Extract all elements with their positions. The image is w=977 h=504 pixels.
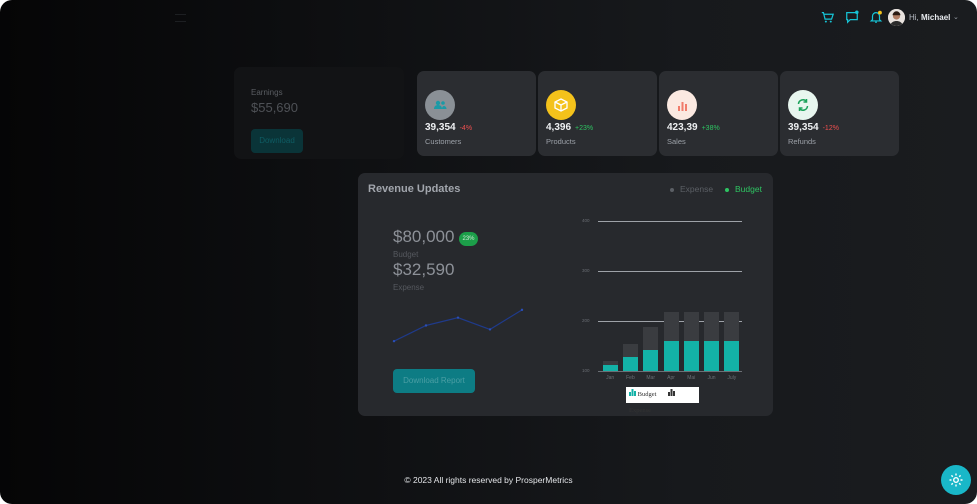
- box-icon: [546, 90, 576, 120]
- x-tick-label: Jan: [606, 375, 615, 381]
- user-name: Michael: [921, 13, 951, 22]
- bar-chart-icon: [667, 90, 697, 120]
- stat-number: 4,396: [546, 122, 572, 133]
- stat-number: 423,39: [667, 122, 698, 133]
- legend-expense-text: Expense: [629, 407, 652, 414]
- avatar[interactable]: [888, 9, 905, 26]
- app-frame: Hi, Michael ⌄ Earnings $55,690 Download …: [0, 0, 977, 504]
- legend-budget-label: Budget: [735, 184, 762, 194]
- bell-icon[interactable]: [869, 10, 883, 29]
- greeting-text: Hi,: [909, 13, 919, 22]
- stat-card-products: 4,396 +23% Products: [538, 71, 657, 156]
- top-bar: Hi, Michael ⌄: [0, 0, 977, 36]
- budget-label: Budget: [393, 250, 419, 259]
- cart-icon[interactable]: [821, 11, 835, 29]
- stat-card-refunds: 39,354 -12% Refunds: [780, 71, 899, 156]
- x-tick-label: July: [727, 375, 737, 381]
- earnings-label: Earnings: [251, 88, 283, 97]
- stat-value: 39,354 -4%: [425, 122, 472, 133]
- sparkline-point: [488, 328, 492, 331]
- user-greeting[interactable]: Hi, Michael: [909, 13, 950, 22]
- expense-label: Expense: [393, 283, 425, 292]
- menu-icon[interactable]: [175, 14, 186, 22]
- chat-icon[interactable]: [845, 10, 859, 29]
- expense-value: $32,590: [393, 260, 455, 279]
- stat-number: 39,354: [788, 122, 819, 133]
- sparkline-point: [392, 339, 396, 343]
- gridline: [598, 371, 742, 372]
- gridline: [598, 221, 742, 222]
- x-tick-label: Jun: [707, 375, 716, 381]
- bar-chart-icon: [629, 389, 636, 396]
- bar-budget: [643, 349, 659, 371]
- chart-legend: Budget Expense: [626, 387, 699, 414]
- stat-card-customers: 39,354 -4% Customers: [417, 71, 536, 156]
- stat-change: -12%: [822, 125, 839, 132]
- y-tick-label: 100: [582, 368, 590, 373]
- sparkline-point: [456, 316, 460, 319]
- download-button[interactable]: Download: [251, 129, 303, 153]
- x-tick-label: Mai: [687, 375, 696, 381]
- bar-budget: [622, 357, 638, 371]
- revenue-bar-chart: 100 200 300 400 Jan Feb Mar Apr Mai Jun July: [578, 213, 748, 388]
- users-icon: [425, 90, 455, 120]
- x-tick-label: Mar: [646, 375, 656, 381]
- budget-value: $80,000: [393, 227, 455, 246]
- y-tick-label: 400: [582, 218, 590, 223]
- stat-change: +38%: [701, 125, 720, 132]
- stat-label: Customers: [425, 137, 462, 146]
- sparkline-chart: [392, 308, 524, 343]
- y-tick-label: 300: [582, 268, 590, 273]
- budget-badge: 23%: [459, 232, 478, 246]
- bar-chart-icon: [668, 389, 676, 396]
- legend-budget[interactable]: Budget: [725, 184, 762, 194]
- revenue-updates-card: Revenue Updates Expense Budget $80,000 2…: [358, 173, 773, 416]
- bar-budget: [704, 341, 720, 371]
- revenue-title: Revenue Updates: [368, 183, 461, 195]
- legend-budget-text: Budget: [637, 391, 657, 398]
- stat-card-sales: 423,39 +38% Sales: [659, 71, 778, 156]
- stat-value: 39,354 -12%: [788, 122, 839, 133]
- y-tick-label: 200: [582, 318, 590, 323]
- sidebar: [0, 0, 220, 504]
- refresh-icon: [788, 90, 818, 120]
- gear-icon[interactable]: [941, 465, 971, 495]
- bar-budget: [663, 341, 679, 371]
- earnings-value: $55,690: [251, 100, 298, 115]
- stat-change: -4%: [459, 125, 473, 132]
- stat-label: Refunds: [788, 137, 816, 146]
- stat-value: 4,396 +23%: [546, 122, 593, 133]
- stat-number: 39,354: [425, 122, 456, 133]
- download-report-button[interactable]: Download Report: [393, 369, 475, 393]
- chevron-down-icon[interactable]: ⌄: [953, 13, 959, 21]
- bar-budget: [602, 365, 618, 371]
- sparkline-point: [520, 308, 524, 312]
- stat-value: 423,39 +38%: [667, 122, 720, 133]
- legend-budget-item: Budget: [629, 389, 663, 398]
- stat-label: Sales: [667, 137, 686, 146]
- earnings-card: Earnings $55,690 Download: [234, 67, 404, 159]
- legend-expense-label: Expense: [680, 184, 714, 194]
- legend-expense[interactable]: Expense: [670, 184, 713, 194]
- sparkline-point: [424, 324, 428, 327]
- sparkline-line: [393, 309, 523, 342]
- stat-label: Products: [546, 137, 576, 146]
- gridline: [598, 271, 742, 272]
- bar-budget: [724, 341, 740, 371]
- footer-copyright: © 2023 All rights reserved by ProsperMet…: [404, 475, 573, 485]
- x-tick-label: Apr: [667, 375, 675, 381]
- bar-budget: [683, 341, 699, 371]
- x-tick-label: Feb: [626, 375, 635, 381]
- stat-change: +23%: [575, 125, 594, 132]
